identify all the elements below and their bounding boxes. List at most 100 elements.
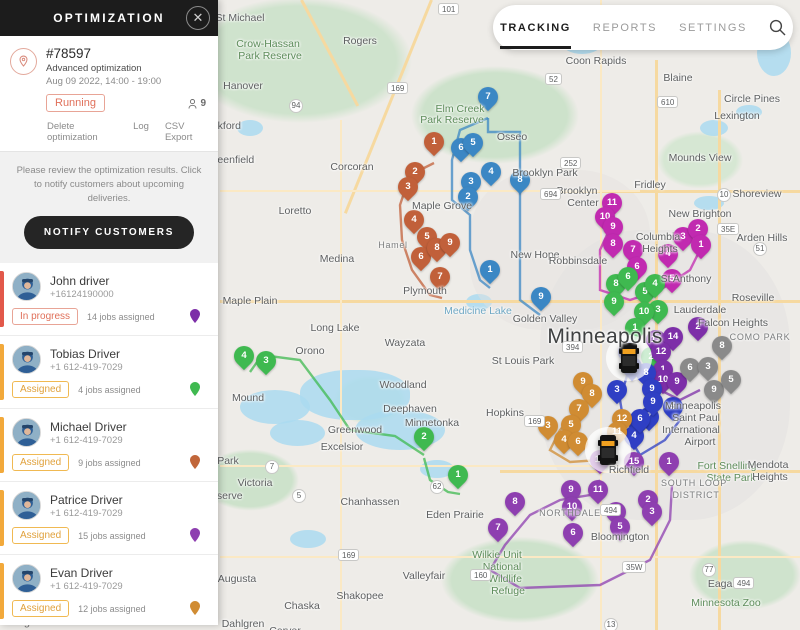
- optimization-summary-card: #78597 Advanced optimization Aug 09 2022…: [0, 36, 218, 151]
- marker-number: 1: [480, 260, 500, 280]
- marker-number: 9: [531, 287, 551, 307]
- job-marker[interactable]: 8: [603, 234, 623, 262]
- route-shield: 494: [600, 504, 621, 516]
- driver-color-pin: [190, 382, 200, 401]
- job-marker[interactable]: 5: [721, 370, 741, 398]
- driver-color-pin: [190, 601, 200, 620]
- job-marker[interactable]: 6: [680, 358, 700, 386]
- job-marker[interactable]: 2: [458, 187, 478, 215]
- driver-status-bar: [0, 417, 4, 473]
- marker-number: 2: [458, 187, 478, 207]
- job-marker[interactable]: 4: [645, 274, 665, 302]
- marker-number: 6: [630, 409, 650, 429]
- avatar: [12, 272, 41, 301]
- route-shield: 5: [292, 489, 306, 503]
- route-polyline: [250, 355, 424, 455]
- driver-list-item[interactable]: Michael Driver+1 612-419-7029Assigned9 j…: [0, 409, 218, 482]
- notify-customers-button[interactable]: NOTIFY CUSTOMERS: [24, 216, 194, 249]
- job-marker[interactable]: 8: [505, 492, 525, 520]
- optimization-date-range: Aug 09 2022, 14:00 - 19:00: [46, 76, 161, 87]
- job-marker[interactable]: 1: [659, 452, 679, 480]
- job-marker[interactable]: 9: [531, 287, 551, 315]
- route-shield: 62: [430, 480, 444, 494]
- driver-phone: +1 612-419-7029: [50, 362, 123, 373]
- log-link[interactable]: Log: [133, 121, 149, 143]
- avatar: [12, 418, 41, 447]
- assigned-people-count: 9: [188, 98, 206, 109]
- driver-status-badge: Assigned: [12, 527, 69, 544]
- driver-list-item[interactable]: John driver+16124190000In progress14 job…: [0, 263, 218, 336]
- job-marker[interactable]: 1: [424, 132, 444, 160]
- job-marker[interactable]: 3: [398, 177, 418, 205]
- route-shield: 35W: [622, 561, 646, 573]
- marker-number: 3: [642, 502, 662, 522]
- driver-list-item[interactable]: Evan Driver+1 612-419-7029Assigned12 job…: [0, 555, 218, 625]
- optimization-panel[interactable]: OPTIMIZATION ✕ #78597 Advanced optimizat…: [0, 0, 218, 625]
- job-marker[interactable]: 8: [510, 170, 530, 198]
- job-marker[interactable]: 8: [712, 336, 732, 364]
- job-marker[interactable]: 1: [480, 260, 500, 288]
- driver-list-item[interactable]: Patrice Driver+1 612-419-7029Assigned15 …: [0, 482, 218, 555]
- notify-description: Please review the optimization results. …: [14, 164, 204, 206]
- job-marker[interactable]: 10: [562, 497, 582, 525]
- driver-status-badge: Assigned: [12, 454, 69, 471]
- tab-tracking[interactable]: TRACKING: [500, 16, 571, 40]
- driver-status-bar: [0, 271, 4, 327]
- job-marker[interactable]: 6: [630, 409, 650, 437]
- optimization-route-icon: [10, 48, 37, 75]
- driver-name: Patrice Driver: [50, 493, 123, 507]
- driver-phone: +1 612-419-7029: [50, 581, 123, 592]
- search-icon[interactable]: [769, 19, 786, 36]
- top-navigation-bar[interactable]: TRACKING REPORTS SETTINGS: [493, 5, 793, 50]
- job-marker[interactable]: 9: [440, 233, 460, 261]
- vehicle-marker-truck-2[interactable]: [595, 433, 621, 467]
- panel-title: OPTIMIZATION: [53, 11, 165, 25]
- job-marker[interactable]: 6: [563, 523, 583, 551]
- job-marker[interactable]: 5: [610, 517, 630, 545]
- marker-number: 9: [604, 292, 624, 312]
- marker-number: 7: [478, 87, 498, 107]
- marker-number: 8: [510, 170, 530, 190]
- job-marker[interactable]: 7: [488, 518, 508, 546]
- route-shield: 160: [470, 569, 491, 581]
- job-marker[interactable]: 4: [234, 346, 254, 374]
- route-shield: 394: [562, 341, 583, 353]
- job-marker[interactable]: 2: [688, 317, 708, 345]
- close-icon[interactable]: ✕: [186, 6, 210, 30]
- route-shield: 10: [717, 188, 731, 202]
- driver-jobs-count: 15 jobs assigned: [78, 531, 146, 541]
- job-marker[interactable]: 7: [478, 87, 498, 115]
- driver-list-item[interactable]: Tobias Driver+1 612-419-7029Assigned4 jo…: [0, 336, 218, 409]
- marker-number: 5: [663, 397, 683, 417]
- job-marker[interactable]: 3: [256, 351, 276, 379]
- job-marker[interactable]: 2: [414, 427, 434, 455]
- driver-jobs-count: 4 jobs assigned: [78, 385, 141, 395]
- tab-settings[interactable]: SETTINGS: [679, 16, 747, 40]
- marker-number: 1: [691, 235, 711, 255]
- marker-number: 1: [448, 465, 468, 485]
- job-marker[interactable]: 4: [481, 162, 501, 190]
- job-marker[interactable]: 5: [463, 133, 483, 161]
- route-shield: 51: [753, 242, 767, 256]
- marker-number: 1: [424, 132, 444, 152]
- job-marker[interactable]: 1: [448, 465, 468, 493]
- marker-number: 3: [398, 177, 418, 197]
- job-marker[interactable]: 3: [642, 502, 662, 530]
- job-marker[interactable]: 3: [607, 380, 627, 408]
- marker-number: 6: [563, 523, 583, 543]
- delete-optimization-link[interactable]: Delete optimization: [47, 121, 117, 143]
- csv-export-link[interactable]: CSV Export: [165, 121, 208, 143]
- job-marker[interactable]: 9: [604, 292, 624, 320]
- job-marker[interactable]: 7: [430, 267, 450, 295]
- driver-phone: +1 612-419-7029: [50, 435, 127, 446]
- notify-section: Please review the optimization results. …: [0, 151, 218, 263]
- driver-name: Tobias Driver: [50, 347, 123, 361]
- route-shield: 94: [289, 99, 303, 113]
- tab-reports[interactable]: REPORTS: [593, 16, 657, 40]
- driver-list[interactable]: John driver+16124190000In progress14 job…: [0, 263, 218, 625]
- job-marker[interactable]: 5: [663, 397, 683, 425]
- job-marker[interactable]: 1: [691, 235, 711, 263]
- driver-jobs-count: 9 jobs assigned: [78, 458, 141, 468]
- vehicle-marker-truck-1[interactable]: [616, 341, 642, 375]
- driver-phone: +16124190000: [50, 289, 114, 300]
